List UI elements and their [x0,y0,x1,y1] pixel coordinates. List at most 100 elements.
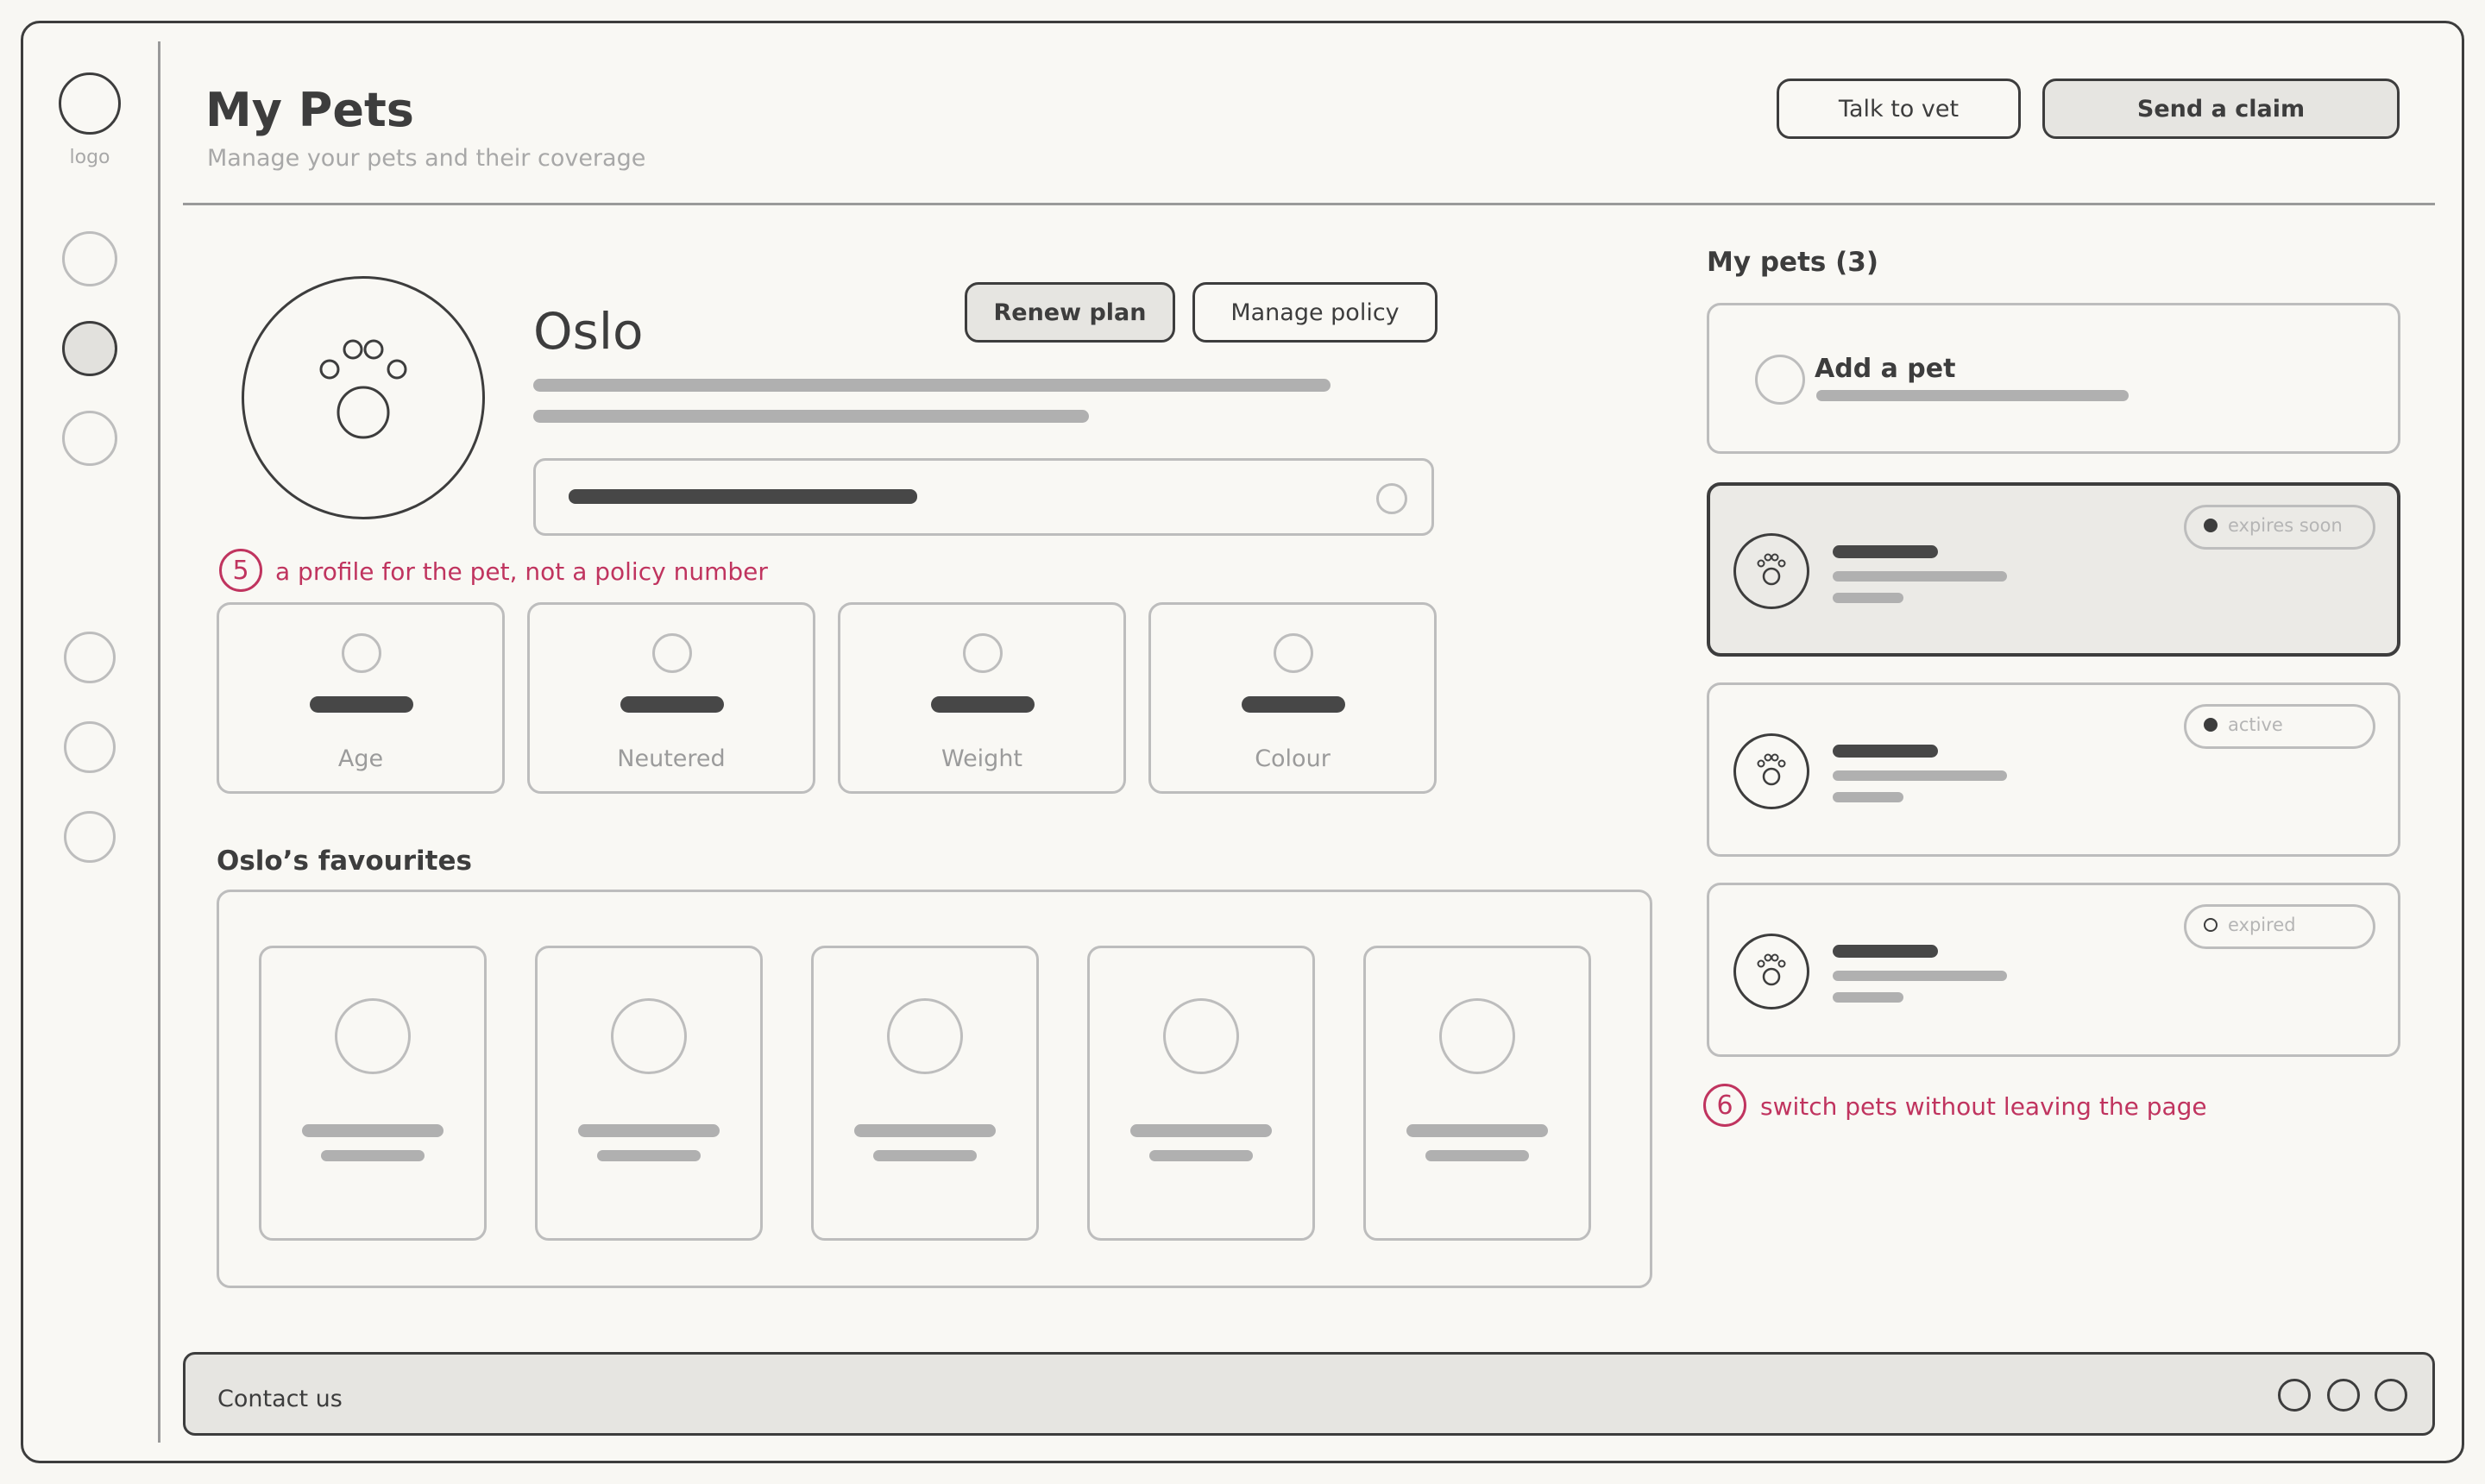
paw-icon [1757,753,1786,786]
favourite-subtitle-bar [321,1150,425,1161]
pet-card[interactable]: expired [1707,883,2400,1057]
stat-card-colour: Colour [1148,602,1437,794]
favourite-card[interactable] [811,946,1039,1241]
favourite-title-bar [578,1124,720,1137]
stat-label: Colour [1255,745,1331,772]
renew-plan-button[interactable]: Renew plan [965,282,1175,343]
annotation-text: switch pets without leaving the page [1760,1092,2207,1121]
status-dot [2204,918,2218,932]
stat-icon [652,633,692,673]
stat-icon [342,633,381,673]
header-divider [183,203,2435,205]
favourite-card[interactable] [259,946,487,1241]
add-pet-label: Add a pet [1815,354,1956,384]
paw-icon [1757,553,1786,586]
favourite-card[interactable] [1363,946,1591,1241]
pet-card-detail-bar-2 [1833,593,1903,603]
pet-card-detail-bar-2 [1833,992,1903,1003]
favourites-heading: Oslo’s favourites [217,846,472,877]
favourites-container [217,890,1652,1288]
favourite-subtitle-bar [1149,1150,1253,1161]
stat-value-bar [310,696,413,713]
add-pet-card[interactable]: Add a pet [1707,303,2400,454]
stat-card-weight: Weight [838,602,1126,794]
sidebar-nav-item-3[interactable] [62,411,117,466]
add-pet-icon [1755,355,1805,405]
annotation-text: a profile for the pet, not a policy numb… [275,557,768,586]
social-icon-3[interactable] [2375,1379,2407,1412]
status-badge: expires soon [2184,505,2375,550]
status-badge: active [2184,704,2375,749]
pet-card-detail-bar [1833,770,2007,781]
sidebar-nav-item-4[interactable] [64,632,116,683]
status-dot [2204,718,2218,732]
social-icon-1[interactable] [2278,1379,2311,1412]
pet-card[interactable]: active [1707,682,2400,857]
pet-card-detail-bar [1833,971,2007,981]
contact-us-link[interactable]: Contact us [217,1386,343,1412]
stat-label: Neutered [617,745,726,772]
paw-icon [319,339,407,439]
stat-icon [963,633,1003,673]
sidebar-nav-item-2-active[interactable] [62,321,117,376]
sidebar-nav-item-5[interactable] [64,721,116,773]
favourite-card[interactable] [1087,946,1315,1241]
stat-icon [1274,633,1313,673]
favourite-image [335,998,411,1074]
stat-value-bar [931,696,1035,713]
pet-card-name-bar [1833,945,1938,958]
stat-label: Weight [941,745,1023,772]
sidebar-nav-item-1[interactable] [62,231,117,286]
stat-value-bar [620,696,724,713]
favourite-title-bar [1130,1124,1272,1137]
favourite-image [887,998,963,1074]
policy-summary-field[interactable] [533,458,1434,536]
my-pets-heading: My pets (3) [1707,247,1879,278]
pet-detail-line-2 [533,410,1089,423]
logo[interactable] [59,72,121,135]
stat-card-neutered: Neutered [527,602,815,794]
page-subtitle: Manage your pets and their coverage [207,145,646,172]
favourite-subtitle-bar [1425,1150,1529,1161]
favourite-title-bar [302,1124,444,1137]
status-dot [2204,519,2218,532]
favourite-title-bar [1406,1124,1548,1137]
favourite-title-bar [854,1124,996,1137]
manage-policy-button[interactable]: Manage policy [1192,282,1438,343]
favourite-image [611,998,687,1074]
footer: Contact us [183,1352,2435,1436]
pet-card-selected[interactable]: expires soon [1707,482,2400,657]
stat-label: Age [337,745,384,772]
pet-name: Oslo [533,302,644,361]
stat-value-bar [1242,696,1345,713]
status-badge: expired [2184,904,2375,949]
favourite-card[interactable] [535,946,763,1241]
favourite-subtitle-bar [597,1150,701,1161]
pet-card-name-bar [1833,745,1938,758]
pet-card-avatar [1733,733,1809,809]
pet-card-detail-bar-2 [1833,792,1903,802]
pet-card-name-bar [1833,545,1938,558]
policy-summary-bar [569,489,917,504]
annotation-number: 6 [1703,1084,1746,1127]
sidebar-divider [158,41,160,1443]
pet-card-avatar [1733,533,1809,609]
social-icon-2[interactable] [2327,1379,2360,1412]
status-text: active [2228,714,2283,735]
pet-card-detail-bar [1833,571,2007,582]
talk-to-vet-button[interactable]: Talk to vet [1777,79,2021,139]
policy-summary-radio[interactable] [1376,483,1407,514]
pet-detail-line-1 [533,379,1331,392]
send-claim-button[interactable]: Send a claim [2042,79,2400,139]
pet-card-avatar [1733,934,1809,1009]
stat-card-age: Age [217,602,505,794]
add-pet-desc-bar [1816,390,2129,401]
favourite-image [1439,998,1515,1074]
sidebar-nav-item-6[interactable] [64,811,116,863]
annotation-number: 5 [219,549,262,592]
page-title: My Pets [205,83,414,137]
paw-icon [1757,953,1786,986]
pet-avatar [242,276,485,519]
favourite-subtitle-bar [873,1150,977,1161]
logo-label: logo [69,147,110,168]
